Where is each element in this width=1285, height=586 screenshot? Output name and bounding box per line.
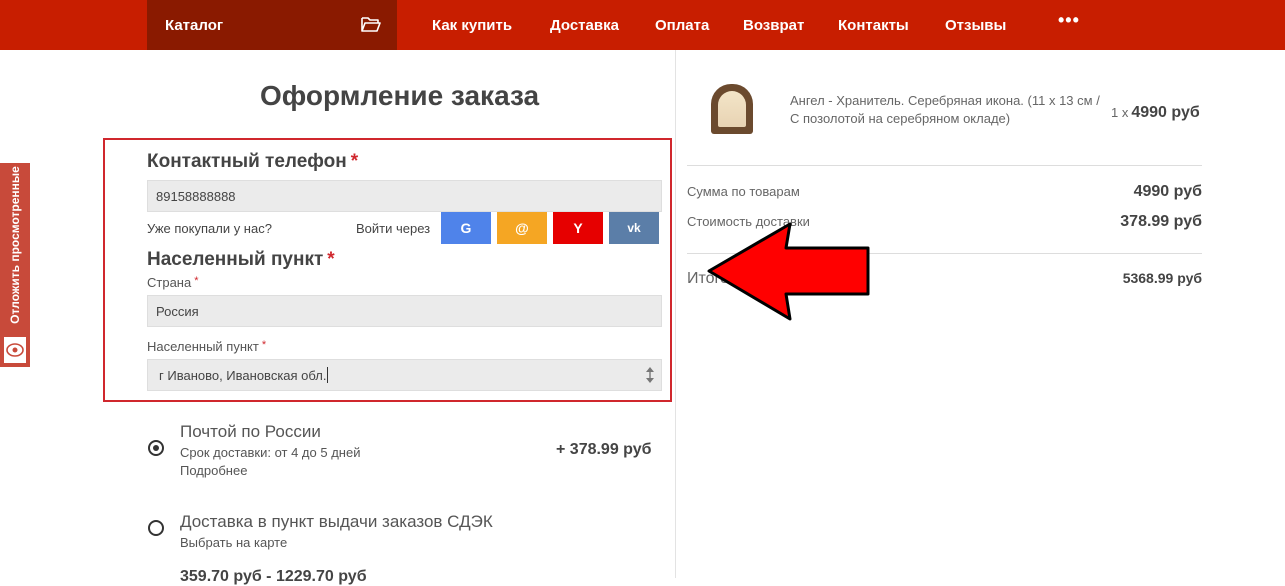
nav-link-reviews[interactable]: Отзывы (945, 0, 1006, 50)
recently-viewed-label: Отложить просмотренные (8, 166, 22, 324)
top-nav-bar: Каталог Как купить Доставка Оплата Возвр… (0, 0, 1285, 50)
shipping-cost-value: 378.99 руб (1120, 213, 1202, 230)
total-value: 5368.99 руб (1122, 270, 1202, 286)
city-input[interactable]: г Иваново, Ивановская обл. (147, 359, 662, 391)
catalog-label: Каталог (165, 16, 224, 34)
nav-link-payment[interactable]: Оплата (655, 0, 709, 50)
phone-input[interactable]: 89158888888 (147, 180, 662, 212)
country-select[interactable]: Россия (147, 295, 662, 327)
goods-sum-value: 4990 руб (1133, 183, 1202, 200)
delivery-post-price: + 378.99 руб (556, 441, 652, 458)
bought-before-text: Уже покупали у нас? (147, 221, 272, 236)
resize-arrows-icon (646, 367, 654, 383)
eye-icon (3, 336, 27, 364)
recently-viewed-tab[interactable]: Отложить просмотренные (0, 163, 30, 367)
delivery-radio-post[interactable] (148, 440, 164, 456)
country-label: Страна * (147, 275, 199, 290)
login-with-text: Войти через (356, 221, 431, 236)
google-login-button[interactable]: G (441, 212, 491, 244)
google-icon: G (460, 220, 472, 236)
delivery-post-term: Срок доставки: от 4 до 5 дней (180, 445, 361, 460)
nav-link-return[interactable]: Возврат (743, 0, 804, 50)
annotation-arrow-icon (707, 222, 870, 321)
mailru-login-button[interactable]: @ (497, 212, 547, 244)
city-label: Населенный пункт * (147, 339, 267, 354)
location-heading: Населенный пункт * (147, 249, 335, 270)
nav-link-contacts[interactable]: Контакты (838, 0, 909, 50)
product-qty-price: 1 x 4990 руб (1111, 104, 1200, 121)
delivery-cdek-map-link[interactable]: Выбрать на карте (180, 535, 287, 550)
nav-link-how-to-buy[interactable]: Как купить (432, 0, 512, 50)
delivery-cdek-title: Доставка в пункт выдачи заказов СДЭК (180, 512, 493, 531)
more-menu-icon[interactable]: ••• (1058, 10, 1080, 31)
yandex-login-button[interactable]: Y (553, 212, 603, 244)
delivery-cdek-price: 359.70 руб - 1229.70 руб (180, 568, 367, 585)
delivery-radio-cdek[interactable] (148, 520, 164, 536)
nav-link-delivery[interactable]: Доставка (550, 0, 619, 50)
yandex-icon: Y (573, 220, 583, 236)
goods-sum-label: Сумма по товарам (687, 184, 800, 199)
product-thumbnail[interactable] (711, 84, 753, 134)
city-input-value: г Иваново, Ивановская обл. (159, 367, 327, 383)
vk-icon: vk (627, 221, 641, 235)
column-divider (675, 50, 676, 578)
folder-open-icon (361, 17, 381, 32)
contact-phone-heading: Контактный телефон * (147, 151, 359, 172)
delivery-post-details-link[interactable]: Подробнее (180, 463, 247, 478)
product-name[interactable]: Ангел - Хранитель. Серебряная икона. (11… (790, 92, 1100, 128)
catalog-menu-button[interactable]: Каталог (147, 0, 397, 50)
delivery-post-title: Почтой по России (180, 422, 321, 441)
mailru-icon: @ (515, 220, 529, 236)
summary-divider (687, 165, 1202, 166)
vk-login-button[interactable]: vk (609, 212, 659, 244)
page-title: Оформление заказа (260, 80, 540, 111)
